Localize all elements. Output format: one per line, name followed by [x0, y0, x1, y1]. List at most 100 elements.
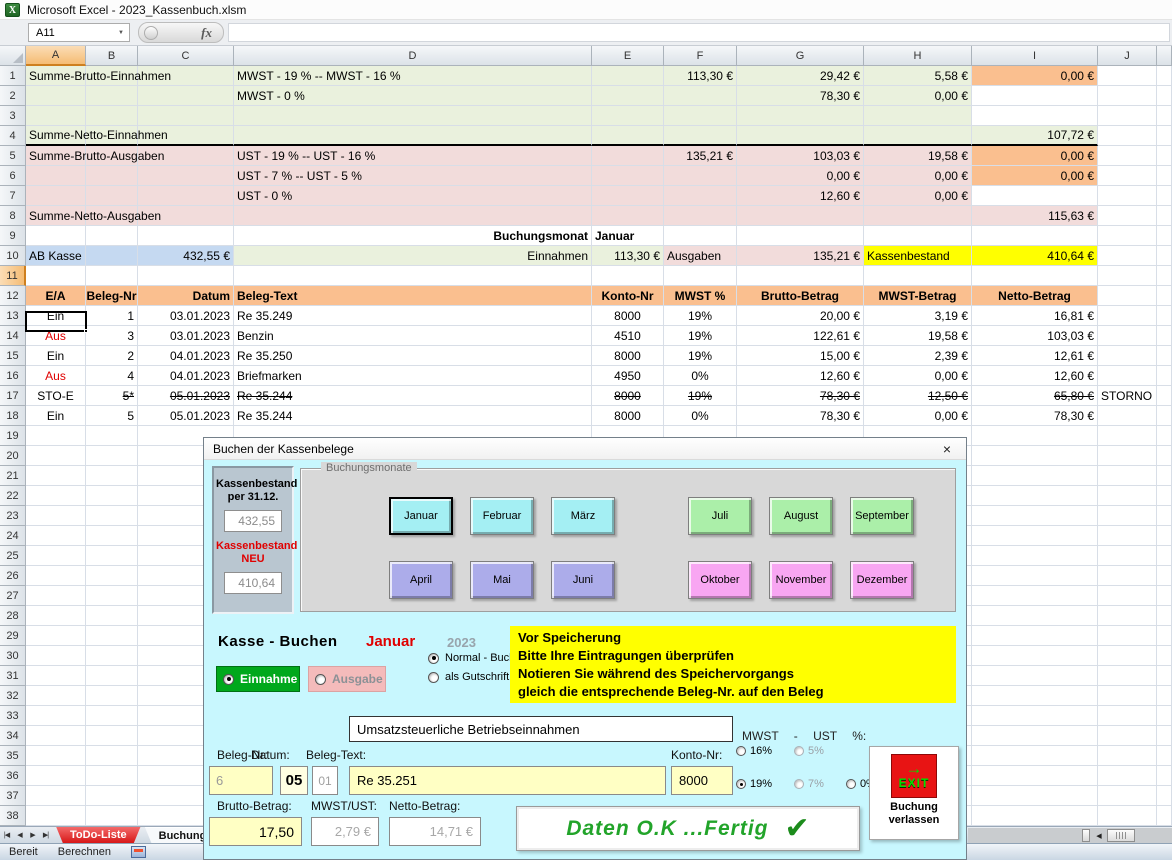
mwst-field[interactable]: 2,79 € — [311, 817, 379, 846]
cell-J14[interactable] — [1098, 326, 1157, 346]
cell-B23[interactable] — [86, 506, 138, 526]
horizontal-scrollbar[interactable]: ◀ — [968, 828, 1172, 844]
cell-H14[interactable]: 19,58 € — [864, 326, 972, 346]
cell-C6[interactable] — [138, 166, 234, 186]
cell-I12[interactable]: Netto-Betrag — [972, 286, 1098, 306]
cell-B10[interactable] — [86, 246, 138, 266]
cell-C17[interactable]: 05.01.2023 — [138, 386, 234, 406]
cell-A10[interactable]: AB Kasse — [26, 246, 86, 266]
cell-J35[interactable] — [1098, 746, 1157, 766]
cell-C14[interactable]: 03.01.2023 — [138, 326, 234, 346]
row-header-5[interactable]: 5 — [0, 146, 26, 166]
cell-K11[interactable] — [1157, 266, 1172, 286]
cell-B17[interactable]: 5* — [86, 386, 138, 406]
cell-A24[interactable] — [26, 526, 86, 546]
cell-J1[interactable] — [1098, 66, 1157, 86]
cell-H18[interactable]: 0,00 € — [864, 406, 972, 426]
column-header-F[interactable]: F — [664, 46, 737, 66]
cell-B29[interactable] — [86, 626, 138, 646]
insert-function-icon[interactable]: fx — [201, 25, 212, 41]
active-cell-selection[interactable] — [25, 311, 87, 332]
cell-B13[interactable]: 1 — [86, 306, 138, 326]
tab-splitter-handle[interactable] — [1082, 829, 1090, 842]
row-header-8[interactable]: 8 — [0, 206, 26, 226]
cell-J22[interactable] — [1098, 486, 1157, 506]
month-button-februar[interactable]: Februar — [470, 497, 534, 535]
cell-K8[interactable] — [1157, 206, 1172, 226]
cell-A5[interactable]: Summe-Brutto-Ausgaben — [26, 146, 86, 166]
tax-radio-5%[interactable]: 5% — [794, 745, 824, 757]
cell-I9[interactable] — [972, 226, 1098, 246]
cell-A27[interactable] — [26, 586, 86, 606]
cell-K26[interactable] — [1157, 566, 1172, 586]
cell-C7[interactable] — [138, 186, 234, 206]
cell-K10[interactable] — [1157, 246, 1172, 266]
cell-C10[interactable]: 432,55 € — [138, 246, 234, 266]
cell-G15[interactable]: 15,00 € — [737, 346, 864, 366]
cell-E3[interactable] — [592, 106, 664, 126]
cell-K7[interactable] — [1157, 186, 1172, 206]
cell-F15[interactable]: 19% — [664, 346, 737, 366]
cell-J18[interactable] — [1098, 406, 1157, 426]
row-header-17[interactable]: 17 — [0, 386, 26, 406]
cell-A11[interactable] — [26, 266, 86, 286]
cell-B2[interactable] — [86, 86, 138, 106]
cell-I18[interactable]: 78,30 € — [972, 406, 1098, 426]
cell-I14[interactable]: 103,03 € — [972, 326, 1098, 346]
cell-B35[interactable] — [86, 746, 138, 766]
column-header-C[interactable]: C — [138, 46, 234, 66]
column-header-D[interactable]: D — [234, 46, 592, 66]
previous-sheet-icon[interactable]: ◀ — [13, 831, 26, 839]
cell-G12[interactable]: Brutto-Betrag — [737, 286, 864, 306]
cell-B34[interactable] — [86, 726, 138, 746]
cell-K5[interactable] — [1157, 146, 1172, 166]
cell-E2[interactable] — [592, 86, 664, 106]
cell-D17[interactable]: Re 35.244 — [234, 386, 592, 406]
cell-A23[interactable] — [26, 506, 86, 526]
cell-J19[interactable] — [1098, 426, 1157, 446]
cell-E4[interactable] — [592, 126, 664, 146]
cell-F4[interactable] — [664, 126, 737, 146]
tax-radio-19%[interactable]: 19% — [736, 778, 772, 790]
row-header-37[interactable]: 37 — [0, 786, 26, 806]
cell-J28[interactable] — [1098, 606, 1157, 626]
cell-H4[interactable] — [864, 126, 972, 146]
cell-I15[interactable]: 12,61 € — [972, 346, 1098, 366]
cell-E18[interactable]: 8000 — [592, 406, 664, 426]
cell-I2[interactable] — [972, 86, 1098, 106]
cell-E6[interactable] — [592, 166, 664, 186]
cell-A31[interactable] — [26, 666, 86, 686]
cell-G6[interactable]: 0,00 € — [737, 166, 864, 186]
cell-F10[interactable]: Ausgaben — [664, 246, 737, 266]
cell-B32[interactable] — [86, 686, 138, 706]
cell-K1[interactable] — [1157, 66, 1172, 86]
cell-F14[interactable]: 19% — [664, 326, 737, 346]
cell-C18[interactable]: 05.01.2023 — [138, 406, 234, 426]
cell-G10[interactable]: 135,21 € — [737, 246, 864, 266]
horizontal-scrollbar-thumb[interactable] — [1107, 829, 1135, 842]
cell-B18[interactable]: 5 — [86, 406, 138, 426]
month-button-april[interactable]: April — [389, 561, 453, 599]
cell-J13[interactable] — [1098, 306, 1157, 326]
row-header-21[interactable]: 21 — [0, 466, 26, 486]
cell-J23[interactable] — [1098, 506, 1157, 526]
cell-J21[interactable] — [1098, 466, 1157, 486]
cell-B6[interactable] — [86, 166, 138, 186]
cell-J31[interactable] — [1098, 666, 1157, 686]
month-button-september[interactable]: September — [850, 497, 914, 535]
cell-F1[interactable]: 113,30 € — [664, 66, 737, 86]
month-button-dezember[interactable]: Dezember — [850, 561, 914, 599]
cell-F18[interactable]: 0% — [664, 406, 737, 426]
cell-K6[interactable] — [1157, 166, 1172, 186]
cell-J30[interactable] — [1098, 646, 1157, 666]
cell-B14[interactable]: 3 — [86, 326, 138, 346]
daten-ok-button[interactable]: Daten O.K ...Fertig ✔ — [516, 806, 860, 851]
cell-G1[interactable]: 29,42 € — [737, 66, 864, 86]
cell-H17[interactable]: 12,50 € — [864, 386, 972, 406]
cell-K23[interactable] — [1157, 506, 1172, 526]
cell-H3[interactable] — [864, 106, 972, 126]
cell-I36[interactable] — [972, 766, 1098, 786]
cell-I31[interactable] — [972, 666, 1098, 686]
cell-C12[interactable]: Datum — [138, 286, 234, 306]
cell-K29[interactable] — [1157, 626, 1172, 646]
